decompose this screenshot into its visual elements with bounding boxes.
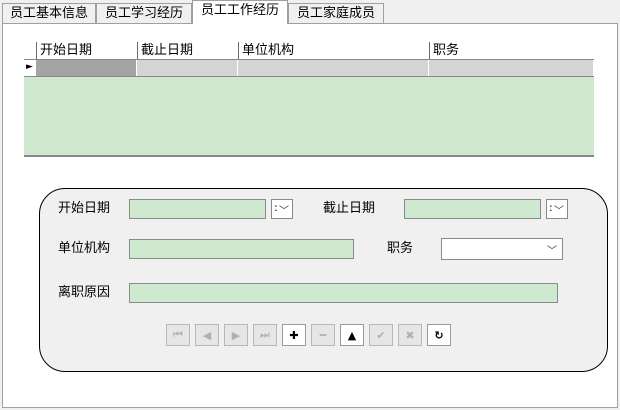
start-date-field[interactable] [129,199,266,219]
indicator-header [24,42,36,59]
end-date-field[interactable] [404,199,541,219]
insert-button[interactable]: ✚ [282,324,306,346]
refresh-icon: ↻ [434,328,444,342]
reason-label: 离职原因 [58,285,111,300]
cell-start-date[interactable] [36,60,137,76]
first-record-icon: ⏮ [173,328,183,341]
position-label: 职务 [387,241,414,256]
row-indicator-icon: ► [24,60,36,76]
chevron-down-icon: ﹀ [279,205,289,217]
cancel-button[interactable]: ✖ [398,324,422,346]
edit-icon: ▲ [347,328,357,342]
next-record-icon: ▶ [231,328,241,342]
column-header-org[interactable]: 单位机构 [238,42,429,59]
start-date-picker-button[interactable]: : ﹀ [271,199,293,219]
start-date-label: 开始日期 [58,201,111,216]
org-field[interactable] [129,239,354,259]
grid-header: 开始日期 截止日期 单位机构 职务 [24,42,594,59]
tab-strip: 员工基本信息 员工学习经历 员工工作经历 员工家庭成员 [0,0,620,24]
position-select[interactable]: ﹀ [441,238,563,260]
table-row[interactable]: ► [24,59,594,77]
record-navigator: ⏮ ◀ ▶ ⏭ ✚ ━ ▲ ✔ ✖ ↻ [166,324,462,346]
cell-position[interactable] [429,60,594,76]
post-button[interactable]: ✔ [369,324,393,346]
cancel-icon: ✖ [405,328,415,342]
next-record-button[interactable]: ▶ [224,324,248,346]
prior-record-icon: ◀ [202,328,212,342]
tab-basic-info[interactable]: 员工基本信息 [2,3,96,23]
tab-work-history[interactable]: 员工工作经历 [192,0,288,24]
column-header-position[interactable]: 职务 [429,42,594,59]
work-history-grid[interactable]: 开始日期 截止日期 单位机构 职务 ► [24,42,594,157]
delete-icon: ━ [319,328,327,342]
post-icon: ✔ [376,328,386,342]
first-record-button[interactable]: ⏮ [166,324,190,346]
insert-icon: ✚ [289,328,299,342]
prior-record-button[interactable]: ◀ [195,324,219,346]
delete-button[interactable]: ━ [311,324,335,346]
last-record-button[interactable]: ⏭ [253,324,277,346]
tab-family[interactable]: 员工家庭成员 [288,3,384,23]
refresh-button[interactable]: ↻ [427,324,451,346]
end-date-picker-button[interactable]: : ﹀ [546,199,568,219]
org-label: 单位机构 [58,241,111,256]
edit-button[interactable]: ▲ [340,324,364,346]
chevron-down-icon: ﹀ [554,205,564,217]
last-record-icon: ⏭ [260,328,270,341]
chevron-down-icon: ﹀ [547,246,557,257]
column-header-end-date[interactable]: 截止日期 [137,42,238,59]
end-date-label: 截止日期 [323,201,376,216]
column-header-start-date[interactable]: 开始日期 [36,42,137,59]
cell-end-date[interactable] [137,60,238,76]
cell-org[interactable] [238,60,429,76]
tab-education[interactable]: 员工学习经历 [96,3,192,23]
grid-divider [24,155,594,157]
leave-reason-field[interactable] [129,283,558,303]
